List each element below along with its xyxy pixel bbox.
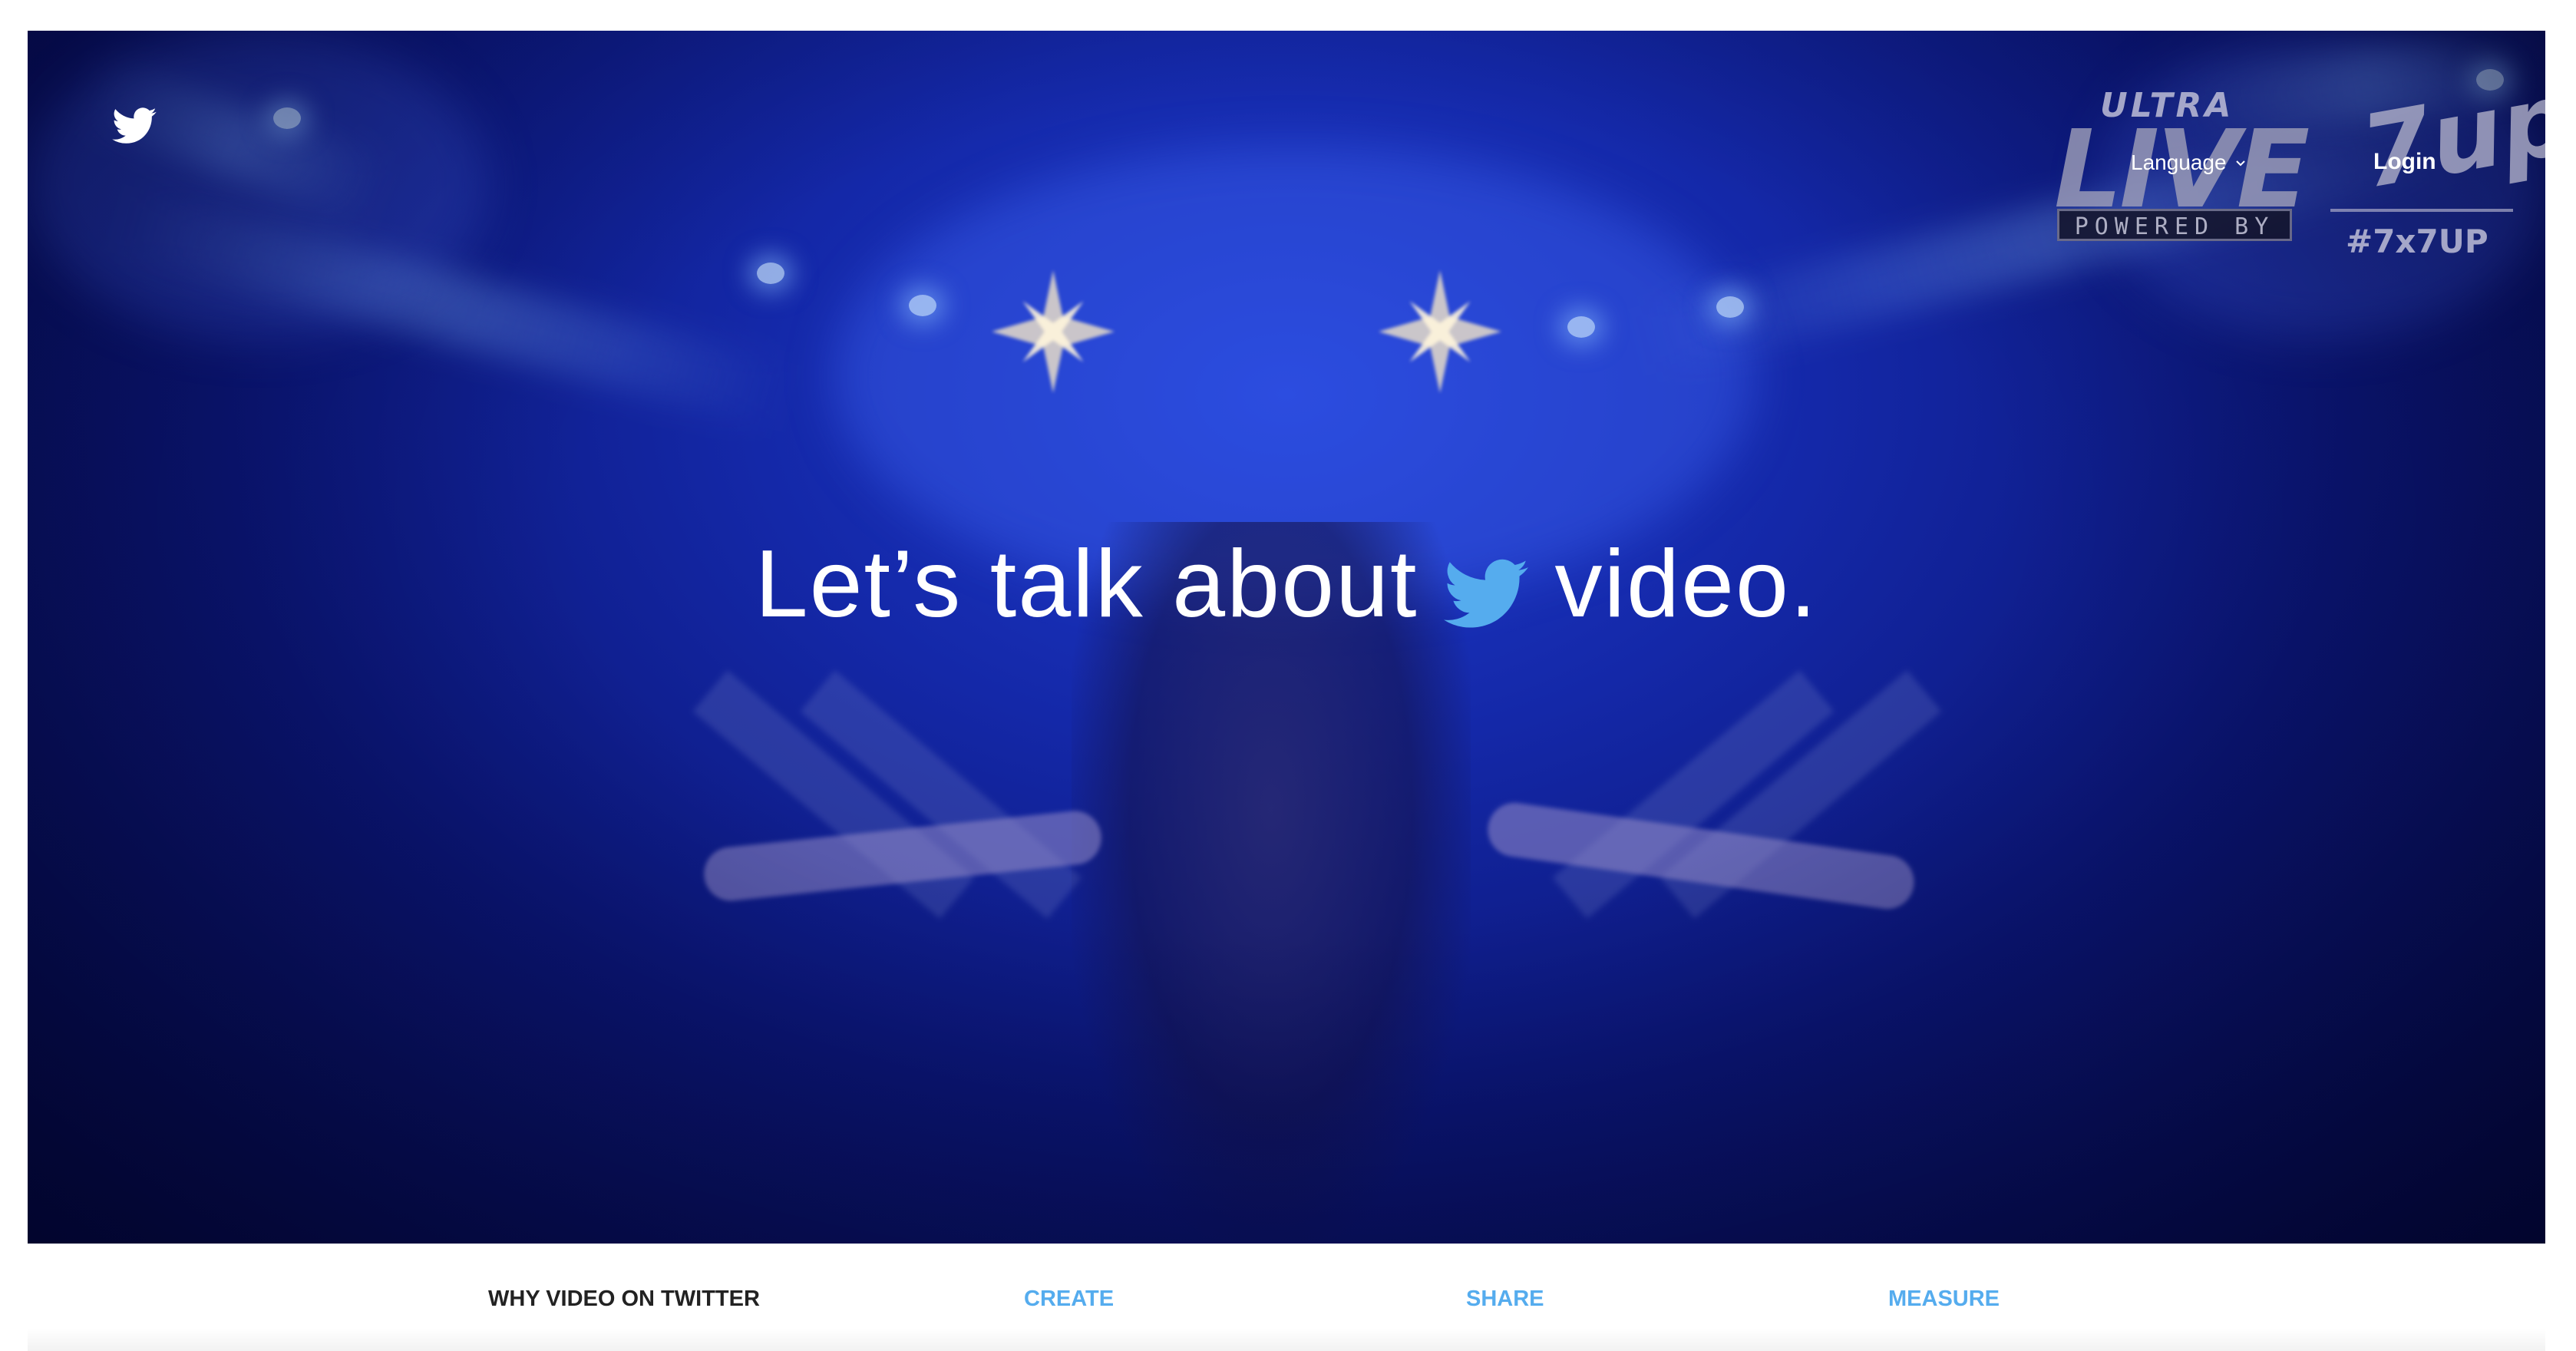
hero-headline: Let’s talk about video. [28,530,2545,639]
nav-share[interactable]: SHARE [1466,1287,1544,1312]
chevron-down-icon [2235,160,2245,167]
language-dropdown[interactable]: Language [2131,150,2247,175]
nav-create[interactable]: CREATE [1024,1287,1114,1312]
twitter-bird-icon[interactable] [112,107,157,144]
language-label: Language [2131,150,2227,174]
subnav-shadow [28,1328,2545,1351]
nav-measure[interactable]: MEASURE [1888,1287,2000,1312]
divider [2330,209,2513,212]
powered-by-label: POWERED BY [2057,209,2292,241]
section-nav: WHY VIDEO ON TWITTER CREATE SHARE MEASUR… [0,1244,2576,1351]
hashtag-label: #7x7UP [2346,223,2488,260]
login-link[interactable]: Login [2373,149,2436,175]
headline-text-before: Let’s talk about [755,531,1418,637]
hero-video[interactable]: ULTRA LIVE POWERED BY 7up #7x7UP Languag… [28,31,2545,1244]
nav-why-video-on-twitter[interactable]: WHY VIDEO ON TWITTER [488,1287,760,1312]
twitter-bird-icon [1444,559,1529,628]
headline-text-after: video. [1554,531,1818,637]
